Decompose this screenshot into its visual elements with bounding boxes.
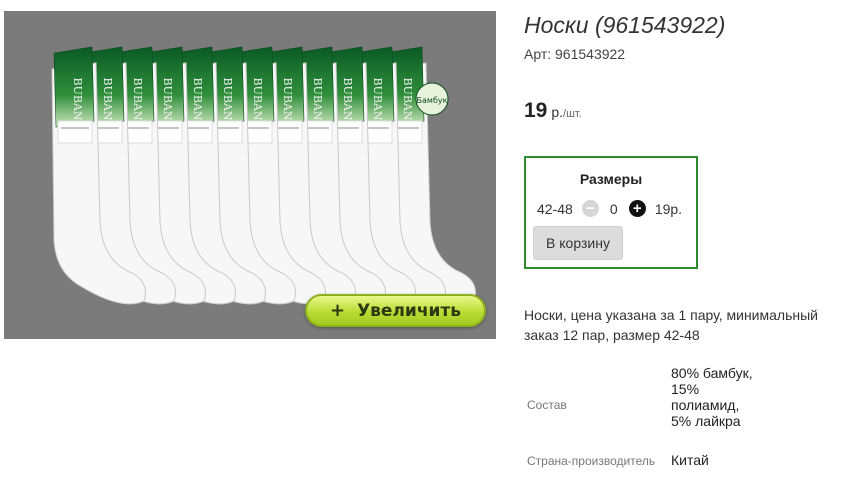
product-title: Носки (961543922) (524, 12, 726, 38)
sock-brand-label: BUBAN (311, 77, 324, 120)
socks-photo: BUBAN BUBAN BUBAN BUBAN BUBAN BUBAN BUBAN BUBAN… (51, 46, 476, 305)
plus-icon: + (329, 300, 346, 321)
property-label-composition: Состав (527, 398, 567, 412)
sock-brand-label: BUBAN (191, 77, 204, 120)
article-value: 961543922 (555, 46, 626, 62)
property-value-country: Китай (671, 452, 709, 468)
property-value-composition: 80% бамбук, 15% полиамид, 5% лайкра (671, 365, 753, 429)
increase-quantity-button[interactable]: + (628, 200, 646, 217)
price-unit: р. (551, 104, 564, 120)
size-label: 42-48 (537, 200, 573, 217)
quantity-value[interactable]: 0 (608, 201, 620, 217)
sizes-title: Размеры (579, 171, 643, 187)
sock-brand-label: BUBAN (371, 77, 384, 120)
sock-brand-label: BUBAN (221, 77, 234, 120)
product-price: 19 р./шт. (524, 99, 582, 123)
zoom-button-label: Увеличить (357, 300, 462, 321)
sizes-panel: Размеры 42-48 − 0 + 19р. В корзину (524, 156, 698, 269)
sock-brand-label: BUBAN (341, 77, 354, 120)
size-row: 42-48 − 0 + 19р. (537, 200, 682, 217)
sock-brand-label: BUBAN (131, 77, 144, 120)
article-label: Арт: (524, 46, 552, 62)
price-per-unit: /шт. (563, 108, 582, 120)
sock-brand-label: BUBAN (101, 77, 114, 120)
decrease-quantity-button[interactable]: − (581, 200, 599, 217)
sock-brand-label: BUBAN (161, 77, 174, 120)
sock-brand-label: BUBAN (281, 77, 294, 120)
bamboo-tag-label: Бамбук (417, 96, 448, 105)
sock-brand-label: BUBAN (71, 77, 84, 120)
sock-brand-label: BUBAN (251, 77, 264, 120)
product-description: Носки, цена указана за 1 пару, минимальн… (524, 307, 818, 343)
minus-icon: − (585, 200, 595, 217)
zoom-button[interactable]: + Увеличить (305, 294, 486, 327)
sock-brand-label: BUBAN (401, 77, 414, 120)
plus-icon: + (632, 200, 642, 217)
article-number: Арт: 961543922 (524, 46, 625, 62)
property-label-country: Страна-производитель (527, 454, 656, 468)
price-value: 19 (524, 99, 548, 122)
add-to-cart-button[interactable]: В корзину (533, 226, 623, 260)
product-image[interactable]: BUBAN BUBAN BUBAN BUBAN BUBAN BUBAN BUBAN BUBAN… (4, 11, 496, 339)
size-price: 19р. (654, 200, 683, 217)
